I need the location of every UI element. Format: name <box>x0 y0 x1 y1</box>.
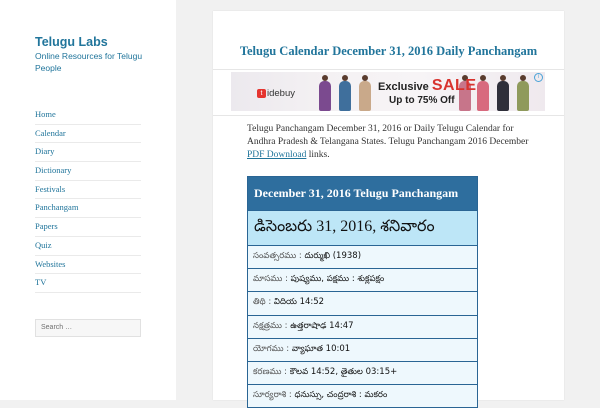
ad-subline: Up to 75% Off <box>389 95 455 106</box>
row-label: సంవత్సరము : <box>253 251 305 262</box>
dress-model-image <box>495 75 511 111</box>
row-label: యోగము : <box>253 343 292 354</box>
row-value: పుష్యము, పక్షము : శుక్లపక్షం <box>290 274 385 285</box>
nav-item-dictionary[interactable]: Dictionary <box>35 162 141 181</box>
post-title[interactable]: Telugu Calendar December 31, 2016 Daily … <box>213 44 564 59</box>
nav-item-papers[interactable]: Papers <box>35 218 141 237</box>
ad-headline: Exclusive SALE <box>378 77 477 95</box>
post-article: Telugu Calendar December 31, 2016 Daily … <box>213 11 564 408</box>
table-row: మాసము : పుష్యము, పక్షము : శుక్లపక్షం <box>247 268 478 293</box>
ad-brand-mark-icon: t <box>257 89 266 98</box>
row-value: ధనుస్సు, చంద్రరాశి : మకరం <box>294 390 388 401</box>
ad-info-icon[interactable]: i <box>534 73 543 82</box>
nav-item-diary[interactable]: Diary <box>35 143 141 163</box>
nav-item-panchangam[interactable]: Panchangam <box>35 199 141 219</box>
post-intro: Telugu Panchangam December 31, 2016 or D… <box>247 123 537 162</box>
intro-text: Telugu Panchangam December 31, 2016 or D… <box>247 124 529 147</box>
nav-item-festivals[interactable]: Festivals <box>35 181 141 200</box>
main-navigation: Home Calendar Diary Dictionary Festivals… <box>35 106 141 293</box>
site-title[interactable]: Telugu Labs <box>35 35 108 49</box>
ad-sale-text: SALE <box>431 77 477 94</box>
table-row: తిథి : విదియ 14:52 <box>247 291 478 316</box>
ad-headline-prefix: Exclusive <box>378 81 432 93</box>
dress-model-image <box>357 75 373 111</box>
row-label: కరణము : <box>253 367 290 378</box>
row-value: కౌలవ 14:52, తైతుల 03:15+ <box>289 367 398 378</box>
row-value: వ్యాఘాత 10:01 <box>291 343 351 354</box>
site-description: Online Resources for Telugu People <box>35 51 143 73</box>
pdf-download-link[interactable]: PDF Download <box>247 150 306 160</box>
ad-brand-name: idebuy <box>267 88 295 99</box>
table-row: యోగము : వ్యాఘాత 10:01 <box>247 337 478 362</box>
dress-model-image <box>337 75 353 111</box>
row-value: విదియ 14:52 <box>273 297 325 308</box>
row-label: సూర్యరాశి : <box>253 390 295 401</box>
dress-model-image <box>475 75 491 111</box>
ad-banner[interactable]: t idebuy Exclusive SALE Up to 75% Off i <box>231 72 545 111</box>
ad-container: t idebuy Exclusive SALE Up to 75% Off i <box>213 69 564 116</box>
dress-model-image <box>317 75 333 111</box>
table-row: సంవత్సరము : దుర్ముఖి (1938) <box>247 244 478 270</box>
table-row: సూర్యరాశి : ధనుస్సు, చంద్రరాశి : మకరం <box>247 384 478 408</box>
nav-item-websites[interactable]: Websites <box>35 256 141 275</box>
row-value: దుర్ముఖి (1938) <box>304 251 362 262</box>
sidebar: Telugu Labs Online Resources for Telugu … <box>0 0 176 400</box>
search-input[interactable]: Search … <box>35 319 141 337</box>
telugu-date: డిసెంబరు 31, 2016, శనివారం <box>247 210 478 246</box>
nav-item-quiz[interactable]: Quiz <box>35 237 141 256</box>
row-value: ఉత్తరాషాఢ 14:47 <box>290 320 354 331</box>
intro-tail: links. <box>306 150 330 160</box>
nav-item-tv[interactable]: TV <box>35 274 141 293</box>
row-label: నక్షత్రము : <box>253 320 291 331</box>
table-heading: December 31, 2016 Telugu Panchangam <box>247 176 478 211</box>
nav-item-calendar[interactable]: Calendar <box>35 125 141 144</box>
ad-brand-logo: t idebuy <box>257 88 295 99</box>
row-label: తిథి : <box>253 297 274 308</box>
nav-item-home[interactable]: Home <box>35 106 141 125</box>
table-row: నక్షత్రము : ఉత్తరాషాఢ 14:47 <box>247 314 478 339</box>
dress-model-image <box>515 75 531 111</box>
row-label: మాసము : <box>253 274 291 285</box>
panchangam-table: December 31, 2016 Telugu Panchangam డిసె… <box>247 176 478 408</box>
table-row: కరణము : కౌలవ 14:52, తైతుల 03:15+ <box>247 360 478 386</box>
